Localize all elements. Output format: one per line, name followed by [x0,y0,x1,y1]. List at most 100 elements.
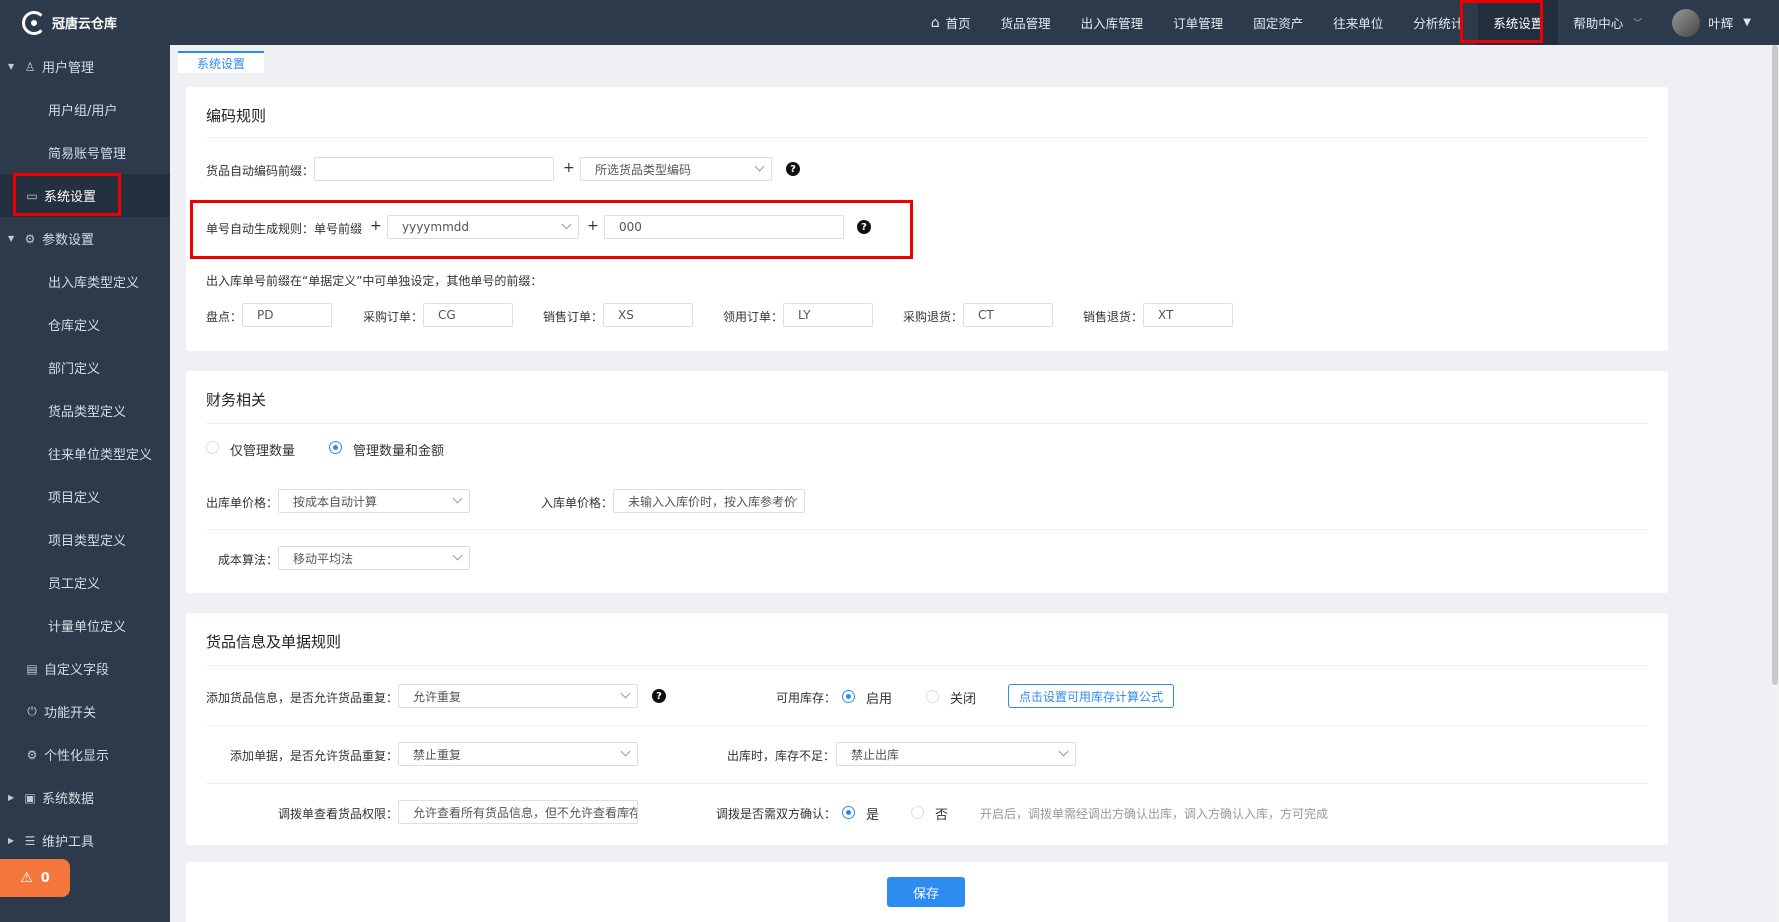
sidebar-item[interactable]: 部门定义 [0,346,170,389]
radio-label: 启用 [866,692,893,707]
shortage-select[interactable]: 禁止出库 [836,742,1076,766]
topnav-help[interactable]: 帮助中心 ﹀ [1558,0,1657,45]
divider [206,423,1648,424]
top-nav: ⌂ 首页 货品管理 出入库管理 订单管理 固定资产 往来单位 分析统计 系统设置 … [916,0,1779,45]
sidebar: 冠唐云仓库 ▼ ♙ 用户管理 用户组/用户 简易账号管理 ▭ 系统设置 ▼ ⚙ 参数设置 出入库类型… [0,0,170,922]
sidebar-item[interactable]: 员工定义 [0,561,170,604]
section-title: 财务相关 [206,391,267,409]
sidebar-item[interactable]: ⏻ 功能开关 [0,690,170,733]
radio-confirm-yes[interactable] [842,806,855,819]
user-menu[interactable]: 叶辉 ▼ [1657,0,1779,45]
topnav-partners[interactable]: 往来单位 [1318,0,1398,45]
in-price-label: 入库单价格： [541,496,614,510]
select-value: 移动平均法 [293,551,354,566]
radio-label: 否 [935,808,949,823]
save-button[interactable]: 保存 [887,877,965,907]
caret-right-icon: ▶ [8,793,15,802]
out-price-label: 出库单价格： [206,496,279,510]
radio-label: 仅管理数量 [230,444,296,459]
logo-text: 冠唐云仓库 [52,17,118,32]
sidebar-item[interactable]: 货品类型定义 [0,389,170,432]
dup-goods-select[interactable]: 允许重复 [398,684,638,708]
section-title: 货品信息及单据规则 [206,633,342,651]
radio-qty-and-amount[interactable] [329,441,342,454]
sidebar-item[interactable]: ▼ ⚙ 参数设置 [0,217,170,260]
logo-icon [22,10,46,35]
prefix-input-pd[interactable]: PD [242,303,332,327]
caret-down-icon: ▼ [1743,17,1751,28]
finance-panel: 财务相关 仅管理数量 管理数量和金额 出库单价格： 按成本自动计算 入库单价格：… [186,371,1668,593]
select-value: 禁止出库 [851,747,900,762]
prefix-input-cg[interactable]: CG [423,303,513,327]
alert-count: 0 [40,870,50,886]
sidebar-item-label: 简易账号管理 [48,147,127,162]
gear-icon: ⚙ [24,231,36,246]
select-value: 禁止重复 [413,747,462,762]
sidebar-item-label: 系统数据 [42,792,95,807]
radio-stock-disable[interactable] [926,690,939,703]
sidebar-item[interactable]: 项目定义 [0,475,170,518]
divider [206,783,1648,784]
sidebar-item[interactable]: 项目类型定义 [0,518,170,561]
in-price-select[interactable]: 未输入入库价时，按入库参考价 [613,489,805,513]
radio-confirm-no[interactable] [911,806,924,819]
sidebar-item-label: 用户管理 [42,61,95,76]
sidebar-item[interactable]: 仓库定义 [0,303,170,346]
prefix-label-cg: 采购订单： [363,310,424,324]
help-icon[interactable]: ? [786,162,800,176]
prefix-input-xs[interactable]: XS [603,303,693,327]
dup-doc-select[interactable]: 禁止重复 [398,742,638,766]
chevron-down-icon [754,161,765,172]
chevron-down-icon [1058,746,1069,757]
sidebar-item-label: 个性化显示 [44,749,110,764]
sidebar-item-label: 计量单位定义 [48,620,127,635]
sidebar-item[interactable]: 计量单位定义 [0,604,170,647]
topnav-goods[interactable]: 货品管理 [986,0,1066,45]
topnav-inout[interactable]: 出入库管理 [1066,0,1159,45]
sidebar-item-label: 出入库类型定义 [48,276,140,291]
scrollbar[interactable] [1771,45,1779,922]
app-logo[interactable]: 冠唐云仓库 [0,0,170,45]
power-icon: ⏻ [27,704,37,718]
transfer-hint: 开启后，调拨单需经调出方确认出库，调入方确认入库，方可完成 [980,807,1329,821]
sidebar-item-label: 维护工具 [42,835,95,850]
chevron-down-icon [620,688,631,699]
sidebar-item[interactable]: 用户组/用户 [0,88,170,131]
alert-button[interactable]: ⚠ 0 [0,859,70,897]
radio-stock-enable[interactable] [842,690,855,703]
sidebar-item-label: 项目定义 [48,491,101,506]
prefix-input-ct[interactable]: CT [963,303,1053,327]
database-icon: ☰ [24,833,36,848]
topnav-assets[interactable]: 固定资产 [1238,0,1318,45]
sidebar-item[interactable]: ▤ 自定义字段 [0,647,170,690]
sidebar-item[interactable]: ⚙ 个性化显示 [0,733,170,776]
transfer-view-select[interactable]: 允许查看所有货品信息，但不允许查看库存 [398,800,638,824]
prefix-input-xt[interactable]: XT [1143,303,1233,327]
topnav-orders[interactable]: 订单管理 [1158,0,1238,45]
help-icon[interactable]: ? [652,689,666,703]
sidebar-item[interactable]: 简易账号管理 [0,131,170,174]
radio-qty-only[interactable] [206,441,219,454]
cost-method-select[interactable]: 移动平均法 [278,546,470,570]
sidebar-item[interactable]: 往来单位类型定义 [0,432,170,475]
stock-formula-button[interactable]: 点击设置可用库存计算公式 [1008,684,1175,708]
prefix-input-ly[interactable]: LY [783,303,873,327]
sidebar-item[interactable]: ▼ ♙ 用户管理 [0,45,170,88]
topnav-home[interactable]: ⌂ 首页 [916,0,986,45]
tab-system-settings[interactable]: 系统设置 [178,51,264,73]
sidebar-item-label: 员工定义 [48,577,101,592]
sidebar-item[interactable]: ▶ ☰ 维护工具 [0,819,170,862]
sidebar-nav: ▼ ♙ 用户管理 用户组/用户 简易账号管理 ▭ 系统设置 ▼ ⚙ 参数设置 出入库类型定义 仓库定义… [0,45,170,862]
divider [206,725,1648,726]
select-value: 未输入入库价时，按入库参考价 [628,494,797,509]
sidebar-item-label: 项目类型定义 [48,534,127,549]
goods-type-code-select[interactable]: 所选货品类型编码 [580,157,772,181]
highlight-box-topnav [1460,0,1543,43]
goods-prefix-input[interactable] [314,157,554,181]
available-stock-label: 可用库存： [776,691,837,705]
out-price-select[interactable]: 按成本自动计算 [278,489,470,513]
select-value: 允许重复 [413,689,462,704]
sidebar-item[interactable]: 出入库类型定义 [0,260,170,303]
sidebar-item[interactable]: ▶ ▣ 系统数据 [0,776,170,819]
scrollbar-thumb[interactable] [1772,45,1778,685]
